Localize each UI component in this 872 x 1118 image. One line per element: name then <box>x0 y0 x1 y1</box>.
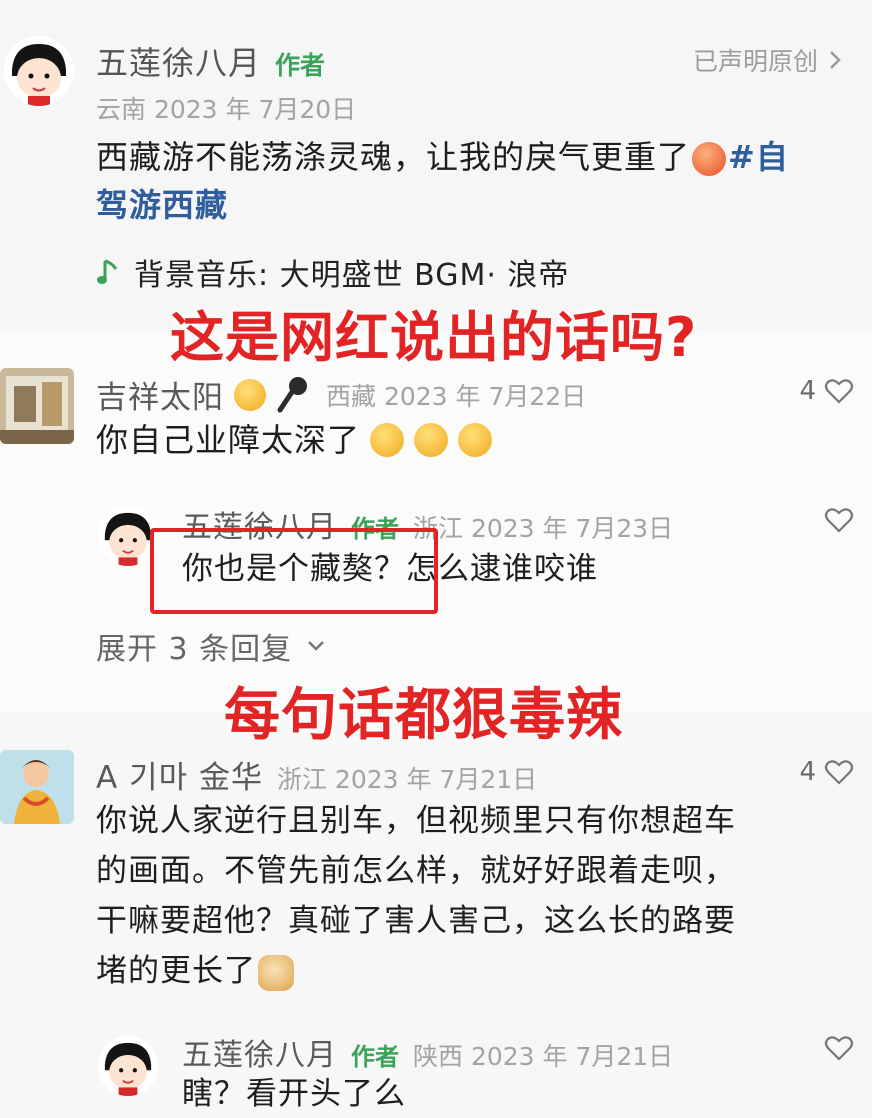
expand-replies-button[interactable]: 展开 3 条回复 <box>96 624 326 668</box>
doge-emoji <box>258 954 294 991</box>
commenter-name[interactable]: A 기마 金华 <box>96 752 263 797</box>
laugh-cry-emoji <box>458 423 493 457</box>
comment-text: 你自己业障太深了 <box>96 416 494 464</box>
music-note-icon <box>97 259 118 284</box>
post-author-name[interactable]: 五莲徐八月 <box>96 38 261 84</box>
reply-author-name[interactable]: 五莲徐八月 <box>182 1030 337 1074</box>
post-text: 西藏游不能荡涤灵魂，让我的戾气更重了 #自 驾游西藏 <box>96 133 866 229</box>
reply-author-avatar[interactable] <box>98 506 158 566</box>
like-count: 4 <box>799 376 816 406</box>
original-label: 已声明原创 <box>692 47 818 76</box>
post-location-date: 云南 2023 年 7月20日 <box>96 95 357 124</box>
hashtag-part2[interactable]: 驾游西藏 <box>96 181 866 229</box>
commenter-avatar[interactable] <box>0 368 74 444</box>
comment-text-line: 你说人家逆行且别车，但视频里只有你想超车 <box>96 803 736 839</box>
music-label: 背景音乐: 大明盛世 BGM· 浪帝 <box>134 258 570 293</box>
like-button[interactable] <box>824 1034 854 1062</box>
reply-location-date: 陕西 2023 年 7月21日 <box>413 1042 674 1071</box>
comment-location-date: 浙江 2023 年 7月21日 <box>276 765 538 794</box>
laugh-cry-emoji <box>370 423 405 457</box>
heart-outline-icon <box>824 508 854 533</box>
like-button[interactable]: 4 <box>799 757 854 787</box>
sun-emoji <box>234 378 266 411</box>
reply-text: 瞎？看开头了么 <box>182 1076 406 1112</box>
author-tag: 作者 <box>351 1043 399 1071</box>
author-avatar[interactable] <box>4 36 74 106</box>
heart-outline-icon <box>824 760 854 785</box>
chevron-right-icon <box>830 51 841 69</box>
heart-outline-icon <box>824 1036 854 1061</box>
reply-location-date: 浙江 2023 年 7月23日 <box>413 514 674 543</box>
heart-outline-icon <box>824 379 854 404</box>
comment-text-content: 你自己业障太深了 <box>96 421 361 459</box>
laugh-cry-emoji <box>414 423 449 457</box>
comment-location-date: 西藏 2023 年 7月22日 <box>326 381 587 411</box>
author-tag: 作者 <box>275 51 326 80</box>
overlay-caption-middle: 每句话都狠毒辣 <box>224 683 623 748</box>
post-text-line1: 西藏游不能荡涤灵魂，让我的戾气更重了 <box>96 138 691 176</box>
overlay-caption-top: 这是网红说出的话吗? <box>170 306 698 369</box>
microphone-icon <box>277 376 307 412</box>
comment-text-line: 的画面。不管先前怎么样，就好好跟着走呗， <box>96 853 736 889</box>
commenter-name[interactable]: 吉祥太阳 <box>96 372 224 417</box>
background-music[interactable]: 背景音乐: 大明盛世 BGM· 浪帝 <box>96 250 569 294</box>
highlight-box <box>150 528 438 614</box>
laugh-cry-emojis <box>368 423 494 457</box>
hashtag-part1[interactable]: #自 <box>728 138 789 176</box>
commenter-avatar[interactable] <box>0 750 74 824</box>
expand-replies-label: 展开 3 条回复 <box>96 632 293 667</box>
reply-author-avatar[interactable] <box>98 1036 158 1096</box>
comment-text-line: 干嘛要超他？真碰了害人害己，这么长的路要 <box>96 903 736 939</box>
like-button[interactable]: 4 <box>799 376 854 406</box>
like-button[interactable] <box>824 506 854 534</box>
hot-face-emoji <box>692 142 727 176</box>
like-count: 4 <box>799 757 816 787</box>
comment-text: 你说人家逆行且别车，但视频里只有你想超车 的画面。不管先前怎么样，就好好跟着走呗… <box>96 796 856 996</box>
comment-text-line: 堵的更长了 <box>96 953 256 989</box>
original-declaration[interactable]: 已声明原创 <box>693 42 842 78</box>
chevron-down-icon <box>308 641 325 651</box>
